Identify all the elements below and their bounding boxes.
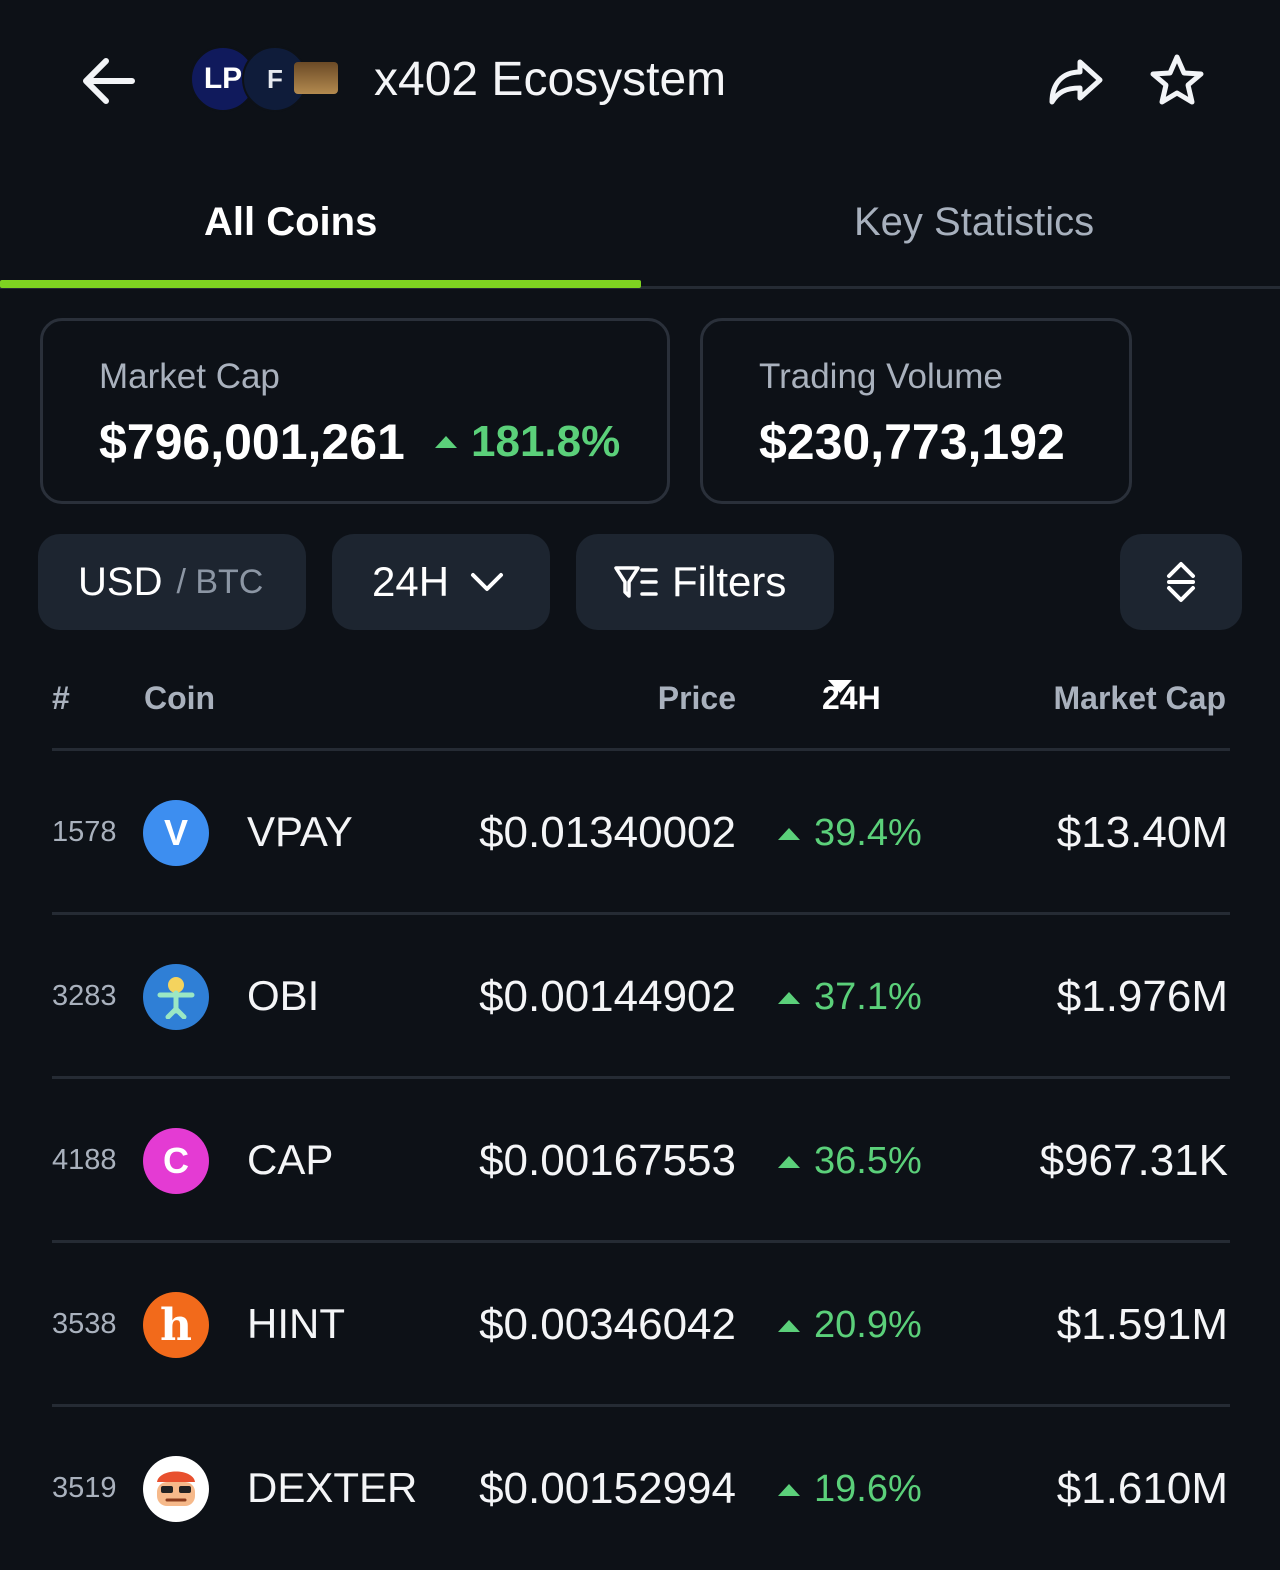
tab-all-coins[interactable]: All Coins [204, 200, 377, 245]
favorite-button[interactable] [1148, 52, 1206, 110]
caret-up-icon [778, 1155, 800, 1168]
coin-change-value: 37.1% [814, 976, 922, 1018]
currency-toggle[interactable]: USD / BTC [38, 534, 306, 630]
coin-symbol: OBI [247, 972, 320, 1019]
caret-up-icon [778, 827, 800, 840]
coin-market-cap: $13.40M [1056, 808, 1228, 857]
market-cap-card: Market Cap $796,001,261 181.8% [40, 318, 670, 504]
caret-up-icon [778, 991, 800, 1004]
ecosystem-logos: LP F [190, 46, 350, 112]
coin-icon: V [143, 800, 209, 866]
header-coin[interactable]: Coin [144, 680, 215, 717]
coin-change: 39.4% [778, 812, 922, 855]
filters-button[interactable]: Filters [576, 534, 834, 630]
filter-icon [614, 566, 658, 598]
dexter-face-icon [157, 1471, 195, 1506]
coin-change-value: 19.6% [814, 1468, 922, 1510]
row-rank: 4188 [52, 1144, 117, 1176]
coin-market-cap: $1.610M [1056, 1464, 1228, 1513]
market-cap-label: Market Cap [99, 357, 280, 396]
coin-change-value: 20.9% [814, 1304, 922, 1346]
header-price[interactable]: Price [658, 680, 736, 717]
market-cap-value: $796,001,261 [99, 414, 405, 470]
coin-icon [143, 1456, 209, 1522]
timeframe-dropdown[interactable]: 24H [332, 534, 550, 630]
coin-icon [143, 964, 209, 1030]
table-row[interactable]: 4188 C CAP $0.00167553 36.5% $967.31K [0, 1078, 1280, 1242]
page-title: x402 Ecosystem [374, 53, 727, 106]
coin-icon: C [143, 1128, 209, 1194]
coin-change-value: 39.4% [814, 812, 922, 854]
coin-price: $0.00152994 [479, 1464, 736, 1513]
currency-usd[interactable]: USD [78, 560, 162, 605]
coin-price: $0.00144902 [479, 972, 736, 1021]
coin-market-cap: $1.591M [1056, 1300, 1228, 1349]
currency-btc[interactable]: / BTC [176, 563, 263, 602]
caret-up-icon [778, 1319, 800, 1332]
coin-symbol: VPAY [247, 808, 353, 855]
active-tab-indicator [0, 280, 641, 288]
figure-icon [157, 977, 195, 1019]
logo-film [294, 62, 338, 94]
table-row[interactable]: 3519 DEXTER $0.00152994 19.6% $1.610M [0, 1406, 1280, 1570]
coin-change: 19.6% [778, 1468, 922, 1511]
row-rank: 3283 [52, 980, 117, 1012]
table-row[interactable]: 1578 V VPAY $0.01340002 39.4% $13.40M [0, 750, 1280, 914]
caret-up-icon [435, 436, 457, 448]
back-button[interactable] [76, 52, 142, 110]
coin-change: 37.1% [778, 976, 922, 1019]
share-icon [1049, 59, 1103, 105]
sort-icon [1167, 562, 1195, 602]
table-row[interactable]: 3538 h HINT $0.00346042 20.9% $1.591M [0, 1242, 1280, 1406]
coin-price: $0.00346042 [479, 1300, 736, 1349]
coin-symbol: DEXTER [247, 1464, 418, 1511]
trading-volume-label: Trading Volume [759, 357, 1003, 396]
coin-change: 36.5% [778, 1140, 922, 1183]
share-button[interactable] [1044, 52, 1106, 110]
coin-price: $0.01340002 [479, 808, 736, 857]
timeframe-value: 24H [372, 558, 450, 605]
row-rank: 3538 [52, 1308, 117, 1340]
coin-market-cap: $1.976M [1056, 972, 1228, 1021]
arrow-left-icon [83, 58, 135, 104]
app-header: LP F x402 Ecosystem [0, 0, 1280, 160]
trading-volume-card: Trading Volume $230,773,192 [700, 318, 1132, 504]
header-rank[interactable]: # [52, 680, 70, 717]
coin-change-value: 36.5% [814, 1140, 922, 1182]
coin-market-cap: $967.31K [1039, 1136, 1228, 1185]
tab-bar: All Coins Key Statistics [0, 180, 1280, 290]
star-icon [1150, 54, 1204, 105]
market-cap-change: 181.8% [435, 417, 620, 467]
table-header: # Coin Price 24H Market Cap [0, 680, 1280, 730]
row-rank: 3519 [52, 1472, 117, 1504]
trading-volume-value: $230,773,192 [759, 414, 1065, 470]
header-market-cap[interactable]: Market Cap [1054, 680, 1227, 717]
coin-price: $0.00167553 [479, 1136, 736, 1185]
coin-symbol: HINT [247, 1300, 345, 1347]
coin-change: 20.9% [778, 1304, 922, 1347]
chevron-down-icon [471, 573, 504, 591]
filters-label: Filters [672, 558, 787, 605]
table-row[interactable]: 3283 OBI $0.00144902 37.1% $1.976M [0, 914, 1280, 1078]
sort-desc-icon [828, 680, 852, 693]
coin-symbol: CAP [247, 1136, 334, 1183]
row-rank: 1578 [52, 816, 117, 848]
market-cap-change-value: 181.8% [471, 417, 621, 466]
caret-up-icon [778, 1483, 800, 1496]
tab-key-statistics[interactable]: Key Statistics [854, 200, 1094, 245]
coin-icon: h [143, 1292, 209, 1358]
sort-button[interactable] [1120, 534, 1242, 630]
